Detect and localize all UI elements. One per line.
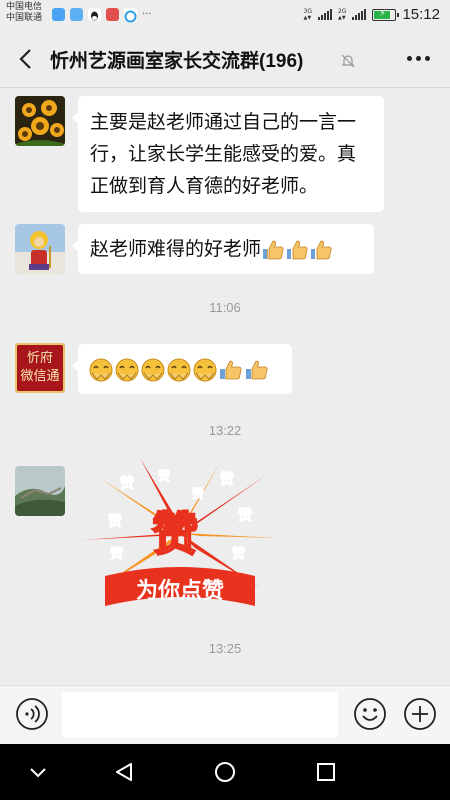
qq-icon [88, 8, 101, 21]
carrier-1: 中国电信 [6, 2, 43, 12]
thumbs-up-icon [220, 360, 242, 379]
back-icon[interactable] [112, 760, 136, 784]
more-icon[interactable] [407, 56, 430, 61]
like-sticker[interactable]: 赞 赞 赞 赞 赞 赞 赞 赞 赞 为你点赞 [80, 458, 280, 618]
sticker-small-text: 赞 [107, 513, 122, 530]
chat-app-icon [70, 8, 83, 21]
thumbs-up-icon [311, 240, 332, 259]
applause-emoji-icon [193, 358, 217, 381]
back-arrow-icon[interactable] [14, 46, 40, 72]
chat-area[interactable]: 主要是赵老师通过自己的一言一行，让家长学生能感受的爱。真正做到育人育德的好老师。… [0, 88, 450, 685]
system-indicators: 3G ▲▼ 2G ▲▼ ⚡ 15:12 [304, 6, 440, 23]
thumbs-up-icon [287, 240, 308, 259]
signal-2-icon [352, 9, 367, 20]
notification-icons: ··· [52, 8, 152, 23]
sunflower-avatar[interactable] [15, 96, 65, 146]
browser-icon [124, 8, 137, 23]
signal-1-icon [317, 9, 332, 20]
avatar-label-2: 微信通 [20, 369, 60, 384]
thumbs-up-icon [263, 240, 284, 259]
carrier-labels: 中国电信 中国联通 [6, 2, 42, 24]
applause-emoji-icon [89, 358, 113, 381]
sticker-small-text: 赞 [109, 546, 123, 562]
sticker-small-text: 赞 [231, 546, 245, 562]
emoji-icon[interactable] [352, 696, 388, 732]
applause-emoji-icon [141, 358, 165, 381]
timestamp: 11:06 [209, 300, 241, 315]
thumbs-up-icon [246, 360, 268, 379]
hide-keyboard-icon[interactable] [26, 760, 50, 784]
clock: 15:12 [402, 6, 440, 23]
message-bubble-1[interactable]: 主要是赵老师通过自己的一言一行，让家长学生能感受的爱。真正做到育人育德的好老师。 [72, 96, 384, 212]
applause-emoji-icon [167, 358, 191, 381]
great-wall-avatar[interactable] [15, 466, 65, 516]
message-app-icon [52, 8, 65, 21]
plus-icon[interactable] [402, 696, 438, 732]
sticker-small-text: 赞 [119, 475, 134, 492]
sticker-small-text: 赞 [219, 471, 234, 488]
message-input[interactable] [62, 692, 338, 738]
chat-header: 忻州艺源画室家长交流群(196) [0, 30, 450, 88]
battery-icon: ⚡ [372, 8, 400, 21]
navigation-bar [0, 744, 450, 800]
voice-icon[interactable] [14, 696, 50, 732]
input-bar [0, 685, 450, 744]
status-bar: 中国电信 中国联通 ··· 3G ▲▼ 2G ▲▼ ⚡ 15:12 [0, 0, 450, 30]
message-bubble-3[interactable] [72, 344, 292, 394]
sticker-caption: 为你点赞 [136, 578, 224, 604]
network-2: 2G ▲▼ [337, 7, 347, 21]
timestamp: 13:25 [208, 641, 242, 656]
sticker-small-text: 赞 [191, 486, 204, 501]
message-bubble-2[interactable]: 赵老师难得的好老师 [72, 224, 374, 274]
more-notifications-icon: ··· [142, 8, 152, 20]
message-text-2: 赵老师难得的好老师 [90, 238, 262, 260]
applause-emoji-icon [115, 358, 139, 381]
weixintong-avatar[interactable]: 忻府 微信通 [15, 343, 65, 393]
network-1: 3G ▲▼ [303, 7, 312, 21]
group-title: 忻州艺源画室家长交流群(196) [50, 51, 304, 72]
mute-bell-icon [340, 53, 356, 69]
avatar-label-1: 忻府 [26, 351, 53, 366]
monkey-king-avatar[interactable] [15, 224, 65, 274]
carrier-2: 中国联通 [6, 13, 43, 23]
sticker-main-text: 赞 [152, 507, 198, 561]
sticker-small-text: 赞 [237, 507, 252, 524]
timestamp: 13:22 [208, 423, 242, 438]
weibo-icon [106, 8, 119, 21]
sticker-small-text: 赞 [157, 468, 170, 483]
home-icon[interactable] [213, 760, 237, 784]
recents-icon[interactable] [314, 760, 338, 784]
message-text-1: 主要是赵老师通过自己的一言一行，让家长学生能感受的爱。真正做到育人育德的好老师。 [90, 111, 357, 197]
